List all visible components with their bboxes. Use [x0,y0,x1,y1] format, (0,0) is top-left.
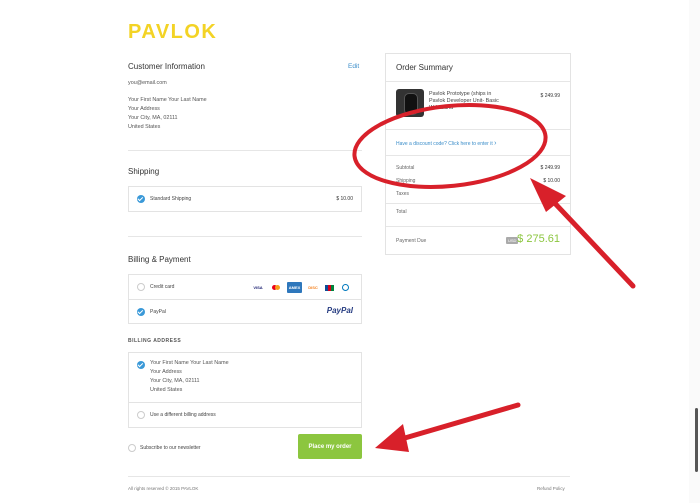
arrow-to-place-order-icon [375,402,521,452]
arrow-to-discount-icon [530,178,636,289]
highlight-ellipse [352,102,548,190]
annotation-overlay [352,102,636,452]
scrollbar-thumb[interactable] [695,408,698,472]
